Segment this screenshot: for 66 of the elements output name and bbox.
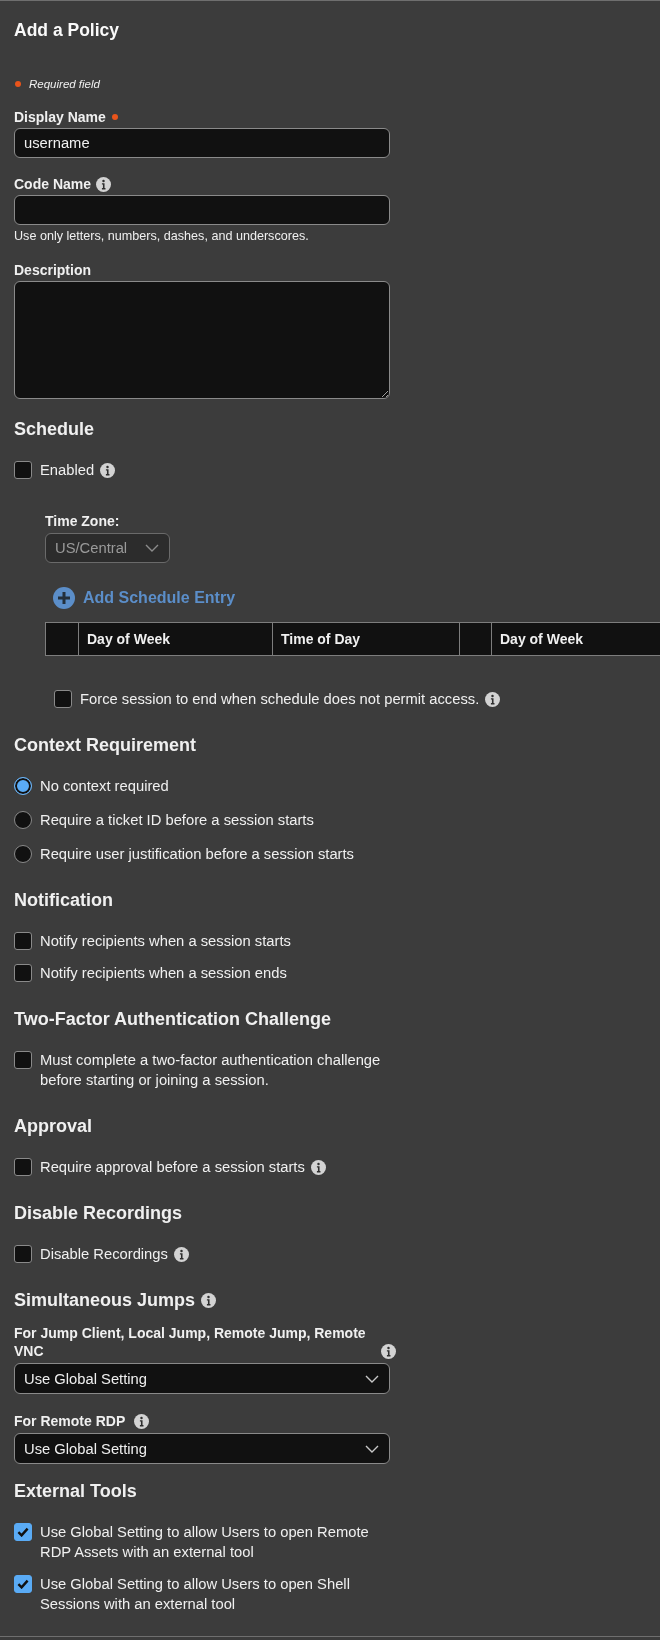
checkbox-label[interactable]: Require approval before a session starts	[40, 1157, 305, 1177]
radio-label[interactable]: No context required	[40, 776, 169, 796]
radio-button[interactable]	[14, 845, 32, 863]
checkbox-label[interactable]: Use Global Setting to allow Users to open Remote RDP Assets with an external tool	[40, 1522, 390, 1562]
field-label: Display Name	[14, 109, 106, 125]
dropdown[interactable]: Use Global Setting	[14, 1363, 390, 1394]
radio-button[interactable]	[14, 777, 32, 795]
field-label: For Remote RDP	[14, 1412, 126, 1430]
hint-text: Use only letters, numbers, dashes, and underscores.	[14, 229, 309, 244]
section-heading: Context Requirement	[14, 734, 197, 756]
info-icon[interactable]	[100, 462, 116, 478]
info-icon[interactable]	[134, 1413, 150, 1429]
dropdown[interactable]: Use Global Setting	[14, 1433, 390, 1464]
chevron-down-icon	[365, 1374, 379, 1383]
checkbox[interactable]	[14, 932, 32, 950]
field-label: Description	[14, 262, 91, 278]
checkbox-label[interactable]: Use Global Setting to allow Users to open Shell Sessions with an external tool	[40, 1574, 390, 1614]
checkbox-label[interactable]: Notify recipients when a session starts	[40, 931, 291, 951]
required-dot-icon	[15, 81, 21, 87]
checkbox-label[interactable]: Enabled	[40, 460, 95, 480]
column-header: Time of Day	[272, 622, 459, 656]
section-heading: Simultaneous Jumps	[14, 1289, 196, 1311]
checkmark-icon	[17, 1579, 29, 1589]
chevron-down-icon	[145, 544, 160, 552]
text-field[interactable]: username	[14, 128, 390, 158]
info-icon[interactable]	[485, 691, 501, 707]
field-label: For Jump Client, Local Jump, Remote Jump, Remote VNC	[14, 1324, 367, 1360]
section-heading: Notification	[14, 889, 113, 911]
checkbox[interactable]	[14, 1051, 32, 1069]
info-icon[interactable]	[310, 1159, 326, 1175]
page-title: Add a Policy	[14, 19, 120, 41]
section-heading: Schedule	[14, 418, 95, 440]
checkbox-label[interactable]: Notify recipients when a session ends	[40, 963, 287, 983]
radio-button[interactable]	[14, 811, 32, 829]
section-heading: Disable Recordings	[14, 1202, 183, 1224]
column-header	[459, 622, 491, 656]
checkbox-label[interactable]: Force session to end when schedule does not permit access.	[80, 689, 480, 709]
checkbox-label[interactable]: Must complete a two-factor authentication challenge before starting or joining a session.	[40, 1050, 390, 1090]
column-header: Day of Week	[491, 622, 660, 656]
textarea-field[interactable]	[14, 281, 390, 399]
radio-label[interactable]: Require a ticket ID before a session starts	[40, 810, 314, 830]
column-header: Day of Week	[78, 622, 272, 656]
text-field[interactable]	[14, 195, 390, 225]
required-field-note: Required field	[29, 77, 100, 91]
checkbox[interactable]	[14, 1575, 32, 1593]
checkbox[interactable]	[14, 461, 32, 479]
chevron-down-icon	[365, 1444, 379, 1453]
checkbox[interactable]	[14, 1245, 32, 1263]
column-header	[45, 622, 78, 656]
checkbox[interactable]	[14, 1158, 32, 1176]
checkmark-icon	[17, 1527, 29, 1537]
field-label: Code Name	[14, 176, 92, 192]
checkbox[interactable]	[14, 964, 32, 982]
info-icon[interactable]	[201, 1292, 217, 1308]
info-icon[interactable]	[173, 1246, 189, 1262]
info-icon[interactable]	[96, 176, 112, 192]
info-icon[interactable]	[381, 1343, 396, 1359]
plus-circle-icon	[53, 587, 75, 609]
section-heading: External Tools	[14, 1480, 137, 1502]
checkbox[interactable]	[54, 690, 72, 708]
checkbox-label[interactable]: Disable Recordings	[40, 1244, 168, 1264]
field-label: Time Zone:	[45, 513, 120, 529]
section-heading: Two-Factor Authentication Challenge	[14, 1008, 331, 1030]
radio-label[interactable]: Require user justification before a session starts	[40, 844, 354, 864]
section-heading: Approval	[14, 1115, 92, 1137]
checkbox[interactable]	[14, 1523, 32, 1541]
